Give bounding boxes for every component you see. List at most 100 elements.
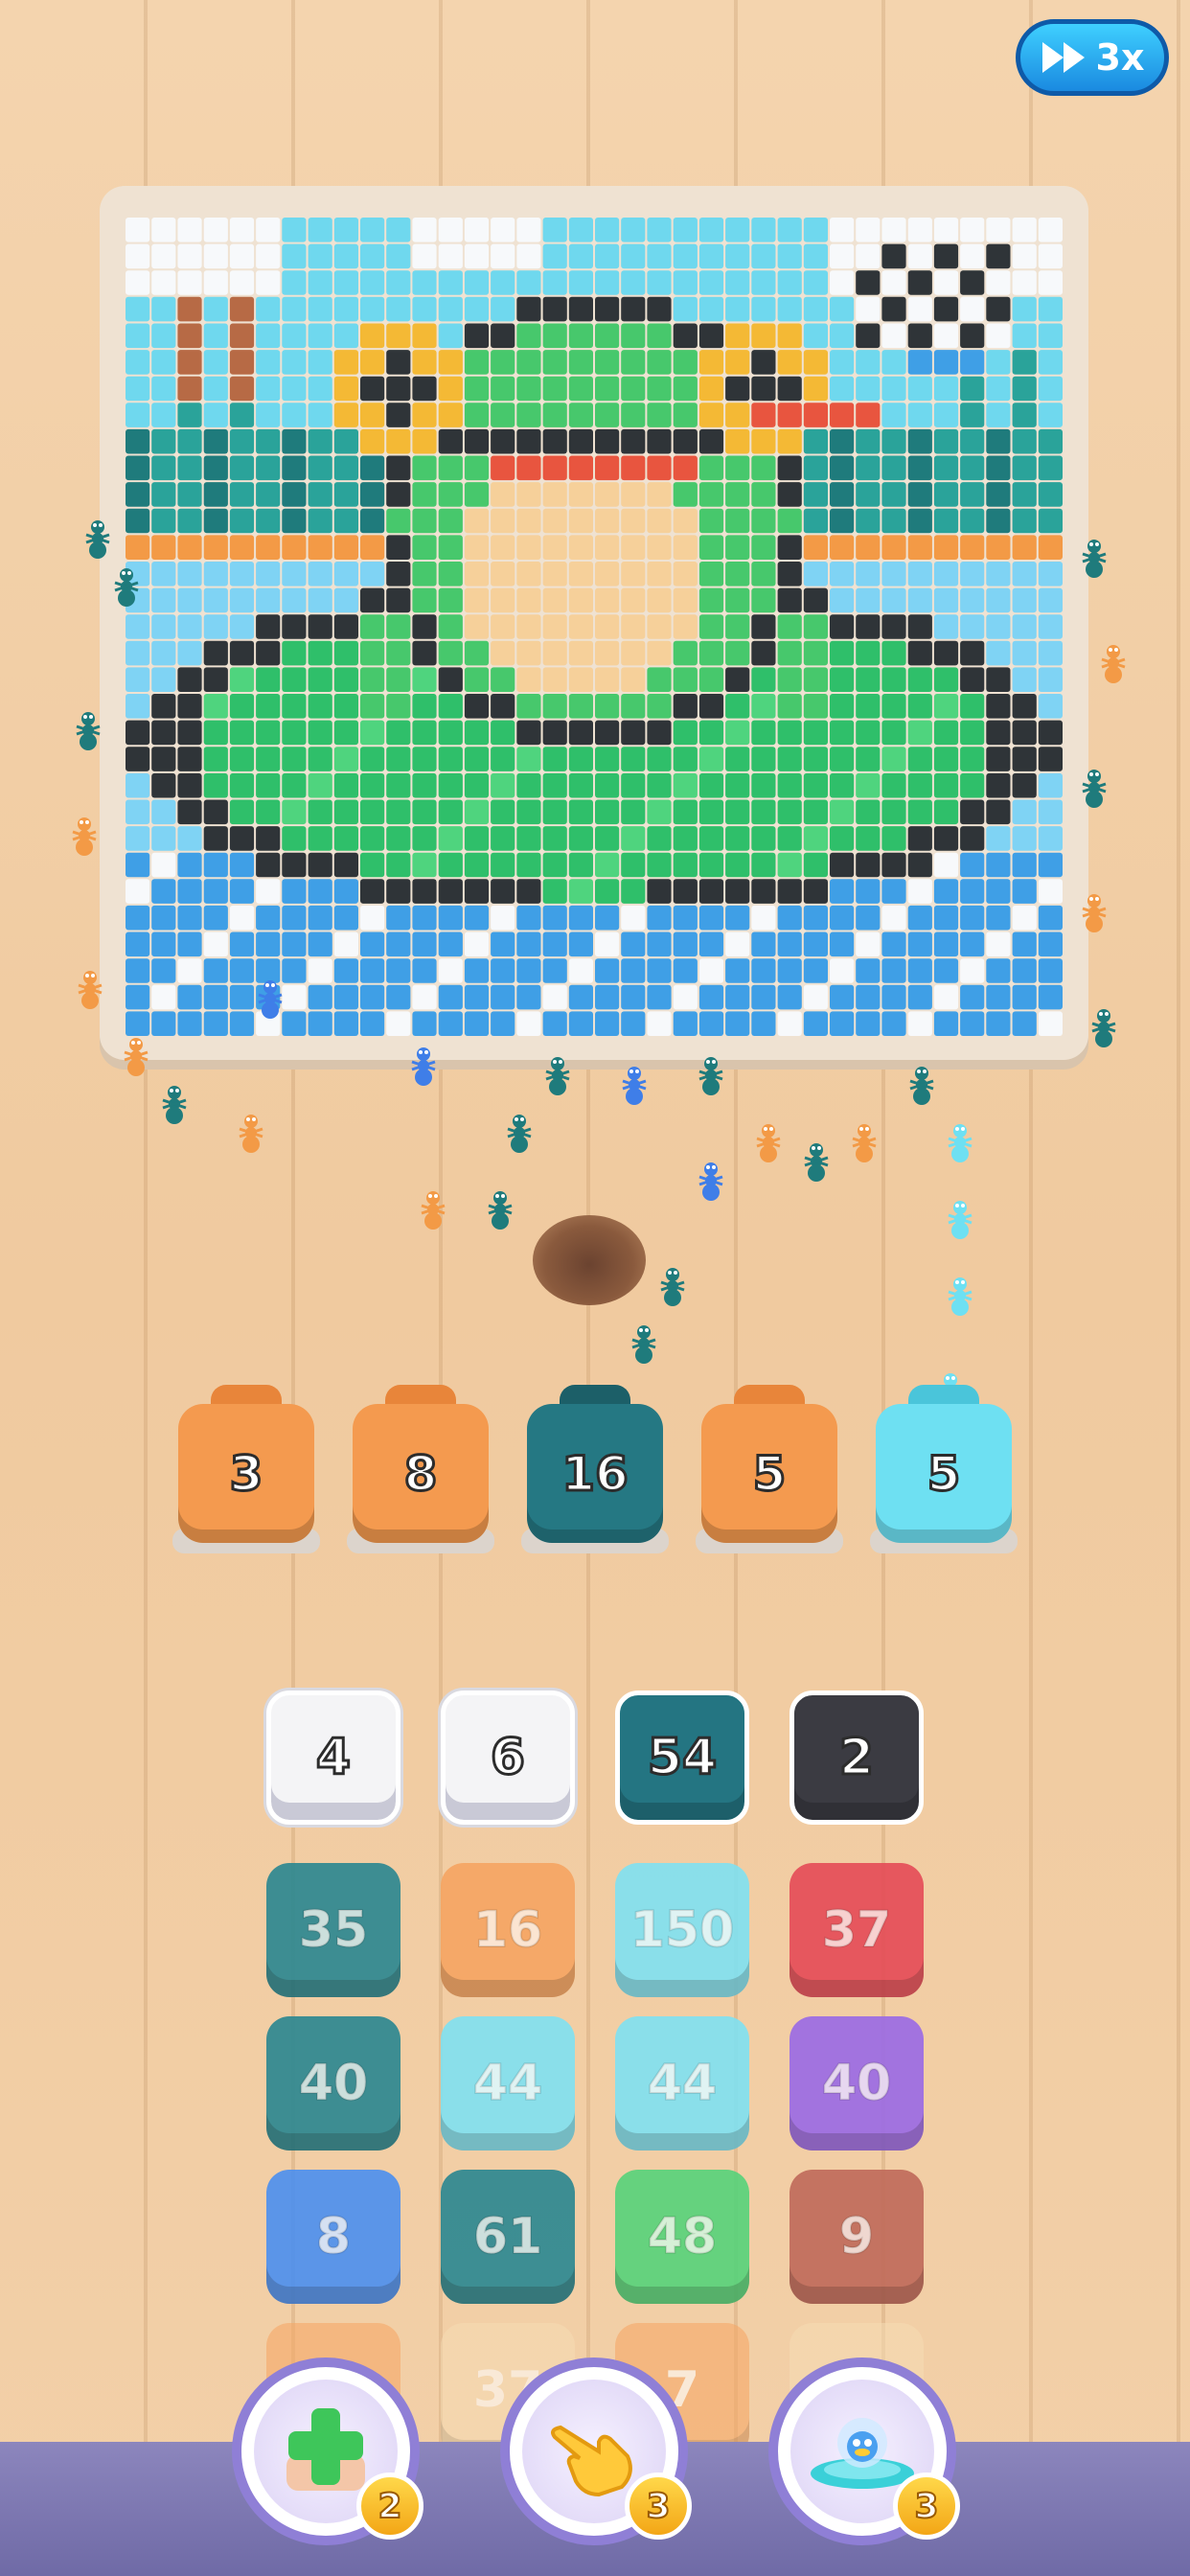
pixel-block [673,402,698,427]
pixel-block [960,218,985,242]
pixel-block [803,640,828,666]
pixel-block [282,614,307,639]
pixel-block [595,508,620,534]
pixel-block [203,932,228,957]
pixel-block [282,799,307,825]
pixel-block [412,879,437,904]
pixel-block [933,747,959,771]
ant-icon [411,1047,436,1086]
pixel-block [464,402,490,427]
ant-tile[interactable]: 6 [441,1690,575,1825]
pixel-block [516,270,541,295]
pixel-block [412,482,437,507]
pixel-block [491,799,515,825]
pixel-block [308,905,332,931]
ant-tile[interactable]: 4 [266,1690,400,1825]
pixel-block [595,350,620,375]
pixel-block [229,428,255,454]
pixel-block [126,614,150,639]
pixel-block [1038,667,1063,692]
pixel-block [960,508,985,534]
pixel-block [386,958,411,983]
ant-icon [1082,540,1107,578]
pixel-block [282,243,307,269]
pixel-block [308,323,332,349]
pixel-block [256,296,281,322]
pixel-block [229,694,255,719]
pixel-block [830,614,855,639]
pixel-block [933,984,959,1010]
bin-count: 3 [178,1404,314,1543]
pixel-block [621,614,646,639]
ant-icon [804,1143,829,1182]
pixel-block [516,535,541,560]
pixel-block [1038,826,1063,851]
pixel-block [177,296,202,322]
ufo-booster-button[interactable]: 3 [768,2358,960,2545]
ant-icon [421,1191,446,1230]
ant-tile[interactable]: 2 [790,1690,924,1825]
pixel-block [386,482,411,507]
pixel-block [621,482,646,507]
ant-icon [948,1277,973,1316]
pixel-block [126,905,150,931]
pixel-block [725,323,750,349]
pixel-block [256,243,281,269]
pixel-block [595,694,620,719]
pixel-block [803,482,828,507]
pixel-block [933,640,959,666]
pixel-block [907,958,932,983]
pixel-block [986,482,1011,507]
bin-count: 8 [353,1404,489,1543]
pixel-block [126,482,150,507]
pixel-block [777,826,802,851]
pixel-block [881,587,906,613]
pixel-block [698,376,724,402]
pixel-block [542,562,567,586]
pixel-block [673,772,698,798]
pixel-block [803,667,828,692]
pixel-block [386,1011,411,1036]
pixel-block [229,402,255,427]
pixel-block [595,852,620,878]
pixel-block [595,958,620,983]
pixel-block [568,1011,593,1036]
pixel-block [621,640,646,666]
pixel-block [803,402,828,427]
hand-booster-button[interactable]: 3 [500,2358,692,2545]
pixel-block [595,720,620,746]
pixel-block [308,428,332,454]
pixel-block [542,535,567,560]
ant-tile[interactable]: 54 [615,1690,749,1825]
pixel-block [830,799,855,825]
speed-toggle-button[interactable]: 3x [1016,19,1169,96]
pixel-block [516,984,541,1010]
pixel-block [621,720,646,746]
pixel-block [491,535,515,560]
pixel-block [1012,694,1037,719]
pixel-block [386,270,411,295]
pixel-block [542,402,567,427]
pixel-block [360,562,385,586]
pixel-block [803,218,828,242]
pixel-block [881,694,906,719]
pixel-block [177,932,202,957]
pixel-block [647,402,672,427]
ant-icon [85,520,110,559]
pixel-block [673,270,698,295]
add-slot-booster-button[interactable]: 2 [232,2358,423,2545]
pixel-block [203,720,228,746]
pixel-block [177,667,202,692]
pixel-block [151,535,176,560]
pixel-block [491,852,515,878]
pixel-block [698,826,724,851]
pixel-block [360,535,385,560]
pixel-block [803,376,828,402]
pixel-block [803,772,828,798]
pixel-block [960,614,985,639]
pixel-block [751,772,776,798]
pixel-block [256,562,281,586]
pixel-block [907,747,932,771]
pixel-block [698,243,724,269]
pixel-block [542,482,567,507]
